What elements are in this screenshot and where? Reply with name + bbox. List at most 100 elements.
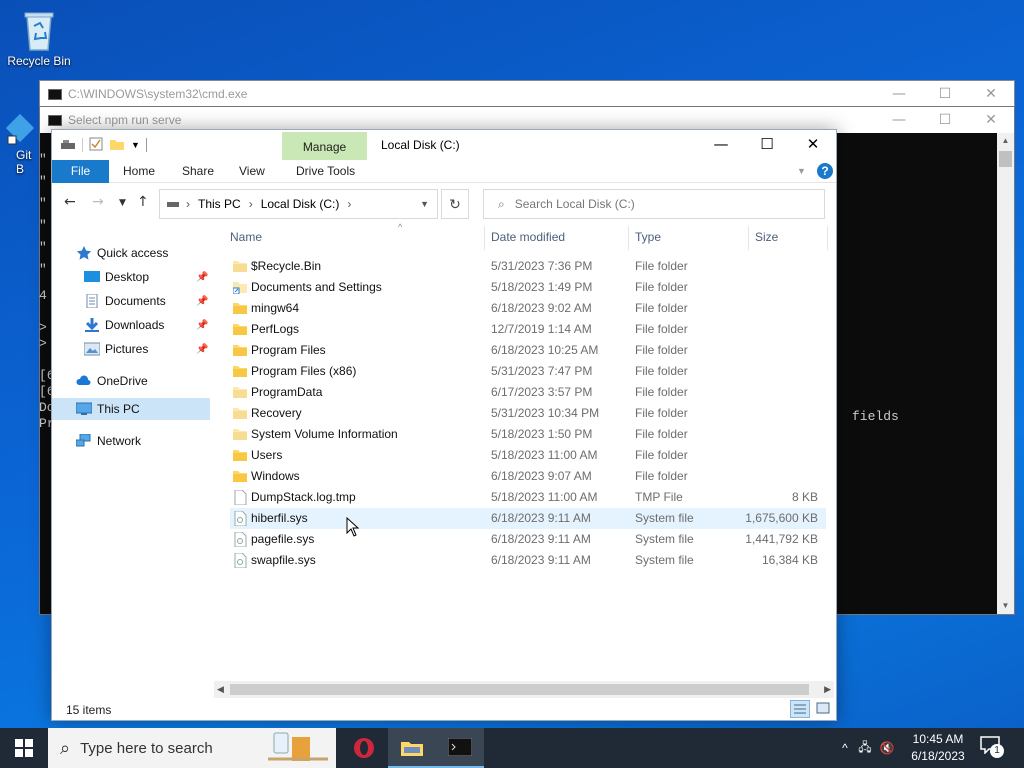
file-row[interactable]: System Volume Information 5/18/2023 1:50 … — [230, 424, 826, 445]
tab-home[interactable]: Home — [123, 160, 155, 183]
column-separator[interactable] — [628, 226, 629, 250]
breadcrumb-this-pc[interactable]: This PC — [198, 197, 241, 211]
file-row[interactable]: Windows 6/18/2023 9:07 AM File folder — [230, 466, 826, 487]
file-size: 1,675,600 KB — [745, 511, 818, 525]
cmd-scrollbar[interactable]: ▲ ▼ — [997, 133, 1014, 614]
nav-item-onedrive[interactable]: OneDrive — [52, 370, 210, 392]
git-bash-label: Git B — [16, 148, 32, 176]
maximize-button[interactable]: ☐ — [744, 130, 790, 160]
tab-manage[interactable]: Manage — [282, 132, 367, 160]
sort-ascending-icon: ^ — [398, 222, 403, 232]
forward-button[interactable]: → — [92, 194, 104, 210]
taskbar-cmd[interactable] — [436, 728, 484, 768]
volume-muted-icon[interactable]: 🔇 — [876, 741, 898, 755]
show-hidden-icons-icon[interactable]: ^ — [836, 741, 854, 755]
folder-icon — [233, 364, 247, 379]
column-separator[interactable] — [827, 226, 828, 250]
pin-icon[interactable]: 📌 — [196, 296, 208, 307]
tab-view[interactable]: View — [239, 160, 265, 183]
file-row[interactable]: mingw64 6/18/2023 9:02 AM File folder — [230, 298, 826, 319]
properties-icon[interactable] — [89, 137, 103, 154]
start-button[interactable] — [0, 728, 48, 768]
scroll-right-arrow[interactable]: ▶ — [824, 684, 831, 695]
file-row[interactable]: Users 5/18/2023 11:00 AM File folder — [230, 445, 826, 466]
drive-icon[interactable] — [60, 138, 76, 153]
taskbar-file-explorer[interactable] — [388, 728, 436, 768]
new-folder-icon[interactable] — [109, 137, 125, 154]
column-header-size[interactable]: Size — [755, 230, 778, 244]
scroll-left-arrow[interactable]: ◀ — [217, 684, 224, 695]
file-row[interactable]: PerfLogs 12/7/2019 1:14 AM File folder — [230, 319, 826, 340]
address-dropdown-icon[interactable]: ▼ — [420, 199, 429, 209]
minimize-button[interactable]: — — [876, 86, 922, 102]
file-row[interactable]: $Recycle.Bin 5/31/2023 7:36 PM File folder — [230, 256, 826, 277]
file-row[interactable]: Documents and Settings 5/18/2023 1:49 PM F… — [230, 277, 826, 298]
file-row[interactable]: hiberfil.sys 6/18/2023 9:11 AM System file… — [230, 508, 826, 529]
file-row[interactable]: pagefile.sys 6/18/2023 9:11 AM System file… — [230, 529, 826, 550]
file-row[interactable]: DumpStack.log.tmp 5/18/2023 11:00 AM TMP F… — [230, 487, 826, 508]
expand-ribbon-icon[interactable]: ▼ — [797, 160, 806, 183]
minimize-button[interactable]: — — [876, 112, 922, 128]
maximize-button[interactable]: ☐ — [922, 112, 968, 128]
search-box[interactable]: ⌕ Search Local Disk (C:) — [483, 189, 825, 219]
pin-icon[interactable]: 📌 — [196, 320, 208, 331]
scroll-thumb[interactable] — [999, 151, 1012, 167]
desktop-recycle-bin[interactable]: Recycle Bin — [4, 8, 74, 68]
scroll-up-arrow[interactable]: ▲ — [997, 133, 1014, 149]
nav-item-documents[interactable]: Documents 📌 — [52, 290, 210, 312]
taskbar-search-box[interactable]: ⌕ Type here to search — [48, 728, 336, 768]
pin-icon[interactable]: 📌 — [196, 344, 208, 355]
details-view-button[interactable] — [790, 700, 810, 718]
nav-item-network[interactable]: Network — [52, 430, 210, 452]
close-button[interactable]: ✕ — [968, 86, 1014, 102]
desktop-git-bash[interactable]: Git B — [0, 112, 40, 176]
file-row[interactable]: Program Files 6/18/2023 10:25 AM File fold… — [230, 340, 826, 361]
tab-share[interactable]: Share — [182, 160, 214, 183]
nav-item-desktop[interactable]: Desktop 📌 — [52, 266, 210, 288]
horizontal-scrollbar[interactable]: ◀ ▶ — [214, 681, 834, 698]
file-row[interactable]: Program Files (x86) 5/31/2023 7:47 PM File… — [230, 361, 826, 382]
file-explorer-window[interactable]: ▼ Manage Local Disk (C:) — ☐ ✕ File Home… — [51, 129, 837, 721]
close-button[interactable]: ✕ — [790, 130, 836, 160]
notification-center-button[interactable]: 1 — [980, 736, 1008, 760]
file-row[interactable]: swapfile.sys 6/18/2023 9:11 AM System file… — [230, 550, 826, 571]
column-header-name[interactable]: Name — [230, 230, 262, 244]
cmd-app-icon — [48, 114, 62, 126]
scroll-down-arrow[interactable]: ▼ — [997, 598, 1014, 614]
tab-file[interactable]: File — [52, 160, 109, 183]
up-button[interactable]: ↑ — [137, 194, 149, 210]
cmd-title-bar[interactable]: C:\WINDOWS\system32\cmd.exe — ☐ ✕ — [40, 81, 1014, 107]
file-date-modified: 6/18/2023 9:11 AM — [491, 532, 591, 546]
taskbar-opera[interactable] — [340, 728, 388, 768]
file-name: mingw64 — [251, 301, 300, 315]
tab-drive-tools[interactable]: Drive Tools — [296, 160, 355, 183]
column-separator[interactable] — [484, 226, 485, 250]
column-header-date-modified[interactable]: Date modified — [491, 230, 565, 244]
address-bar[interactable]: › This PC › Local Disk (C:) › ▼ — [159, 189, 438, 219]
maximize-button[interactable]: ☐ — [922, 86, 968, 102]
minimize-button[interactable]: — — [698, 130, 744, 160]
refresh-button[interactable]: ↻ — [441, 189, 469, 219]
column-separator[interactable] — [748, 226, 749, 250]
back-button[interactable]: ← — [64, 194, 76, 210]
chevron-down-icon[interactable]: ▼ — [131, 140, 140, 150]
network-icon[interactable]: 🖧 — [854, 738, 876, 759]
large-icons-view-button[interactable] — [814, 700, 834, 718]
breadcrumb-local-disk[interactable]: Local Disk (C:) — [261, 197, 340, 211]
nav-item-this-pc[interactable]: This PC — [52, 398, 210, 420]
nav-item-quick-access[interactable]: Quick access — [52, 242, 210, 264]
toolbar-separator — [82, 138, 83, 152]
explorer-title-bar[interactable]: ▼ Manage Local Disk (C:) — ☐ ✕ — [52, 130, 836, 160]
close-button[interactable]: ✕ — [968, 112, 1014, 128]
pin-icon[interactable]: 📌 — [196, 272, 208, 283]
column-header-type[interactable]: Type — [635, 230, 661, 244]
file-row[interactable]: ProgramData 6/17/2023 3:57 PM File folder — [230, 382, 826, 403]
scroll-thumb[interactable] — [230, 684, 809, 695]
help-icon[interactable]: ? — [817, 163, 833, 179]
nav-item-downloads[interactable]: Downloads 📌 — [52, 314, 210, 336]
clock[interactable]: 10:45 AM 6/18/2023 — [906, 731, 970, 765]
nav-item-pictures[interactable]: Pictures 📌 — [52, 338, 210, 360]
recent-locations-button[interactable]: ▼ — [119, 198, 126, 208]
file-row[interactable]: Recovery 5/31/2023 10:34 PM File folder — [230, 403, 826, 424]
file-date-modified: 6/18/2023 9:02 AM — [491, 301, 592, 315]
